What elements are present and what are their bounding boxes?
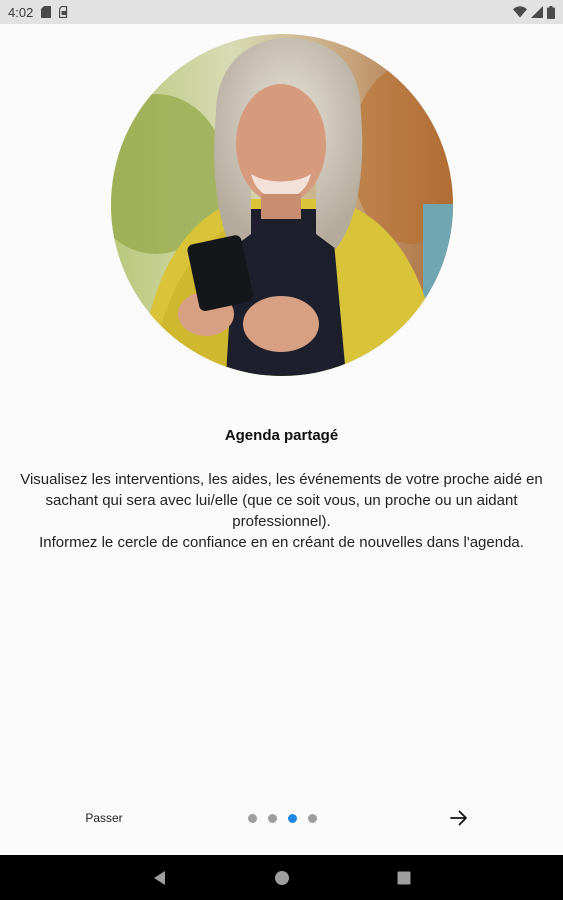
back-icon[interactable]	[148, 866, 172, 890]
page-title: Agenda partagé	[224, 427, 339, 444]
battery-icon	[547, 5, 555, 19]
status-time: 4:02	[8, 4, 34, 20]
description-paragraph-2: Informez le cercle de confiance en en cr…	[39, 534, 524, 551]
page-indicator	[248, 814, 317, 823]
page-dot-2	[268, 814, 277, 823]
sim-icon	[59, 6, 69, 18]
home-icon[interactable]	[270, 866, 294, 890]
wifi-icon	[513, 6, 527, 18]
page-dot-1	[248, 814, 257, 823]
description-text: Visualisez les interventions, les aides,…	[12, 469, 551, 553]
sd-card-icon	[41, 6, 52, 18]
page-dot-4	[308, 814, 317, 823]
recents-icon[interactable]	[392, 866, 416, 890]
status-bar: 4:02	[0, 0, 563, 24]
arrow-right-icon	[450, 810, 467, 826]
next-button[interactable]	[444, 803, 474, 833]
description-paragraph-1: Visualisez les interventions, les aides,…	[20, 471, 543, 530]
woman-using-smartphone-photo	[111, 34, 453, 376]
cell-signal-icon	[531, 6, 543, 18]
skip-button[interactable]: Passer	[64, 805, 144, 831]
onboarding-controls: Passer	[0, 795, 563, 839]
system-nav-bar	[0, 855, 563, 900]
page-dot-3-active	[288, 814, 297, 823]
onboarding-image	[111, 34, 453, 376]
